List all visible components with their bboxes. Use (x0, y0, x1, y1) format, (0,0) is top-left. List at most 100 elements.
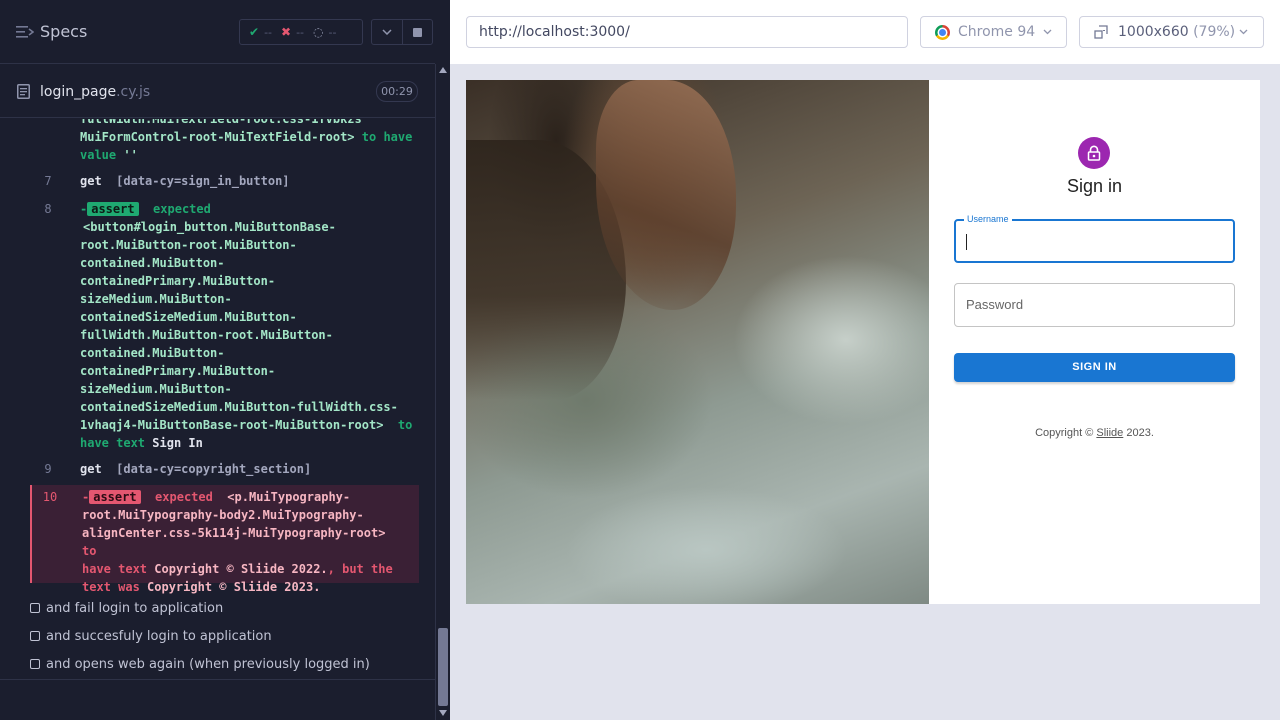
passed-stat: ✔ -- (249, 25, 272, 39)
command-line: fullWidth.MuiTextField-root.css-1fvbkzs (80, 119, 362, 126)
document-icon (17, 84, 30, 99)
actual-value: Copyright © Sliide 2023. (147, 580, 321, 594)
assert-verb: to have (361, 130, 413, 144)
assert-verb: , but the (327, 562, 393, 576)
command-line: root.MuiTypography-body2.MuiTypography- (82, 508, 364, 522)
chevron-down-icon (1239, 29, 1248, 35)
assert-verb: to (397, 418, 413, 432)
spec-file-ext: .cy.js (116, 84, 151, 100)
failed-command-row[interactable]: 10 - assert expected <p.MuiTypography- ro… (30, 485, 419, 594)
specs-title[interactable]: Specs (40, 22, 87, 41)
scroll-down-arrow-icon[interactable] (439, 710, 447, 716)
spec-file-name[interactable]: login_page.cy.js (40, 84, 150, 100)
command-message: get [data-cy=sign_in_button] (80, 172, 413, 190)
command-number: 7 (44, 174, 52, 188)
command-row[interactable]: 7 get [data-cy=sign_in_button] (30, 172, 419, 190)
command-line: contained.MuiButton- (80, 346, 225, 360)
password-field[interactable]: Password (954, 283, 1235, 327)
viewport-selector[interactable]: 1000x660 (79%) (1079, 16, 1264, 48)
reporter-panel: Specs ✔ -- ✖ -- ◌ -- login_page.cy.js 00… (0, 0, 450, 720)
assert-value: Sign In (152, 436, 203, 450)
lock-icon (1087, 145, 1101, 161)
assert-value: '' (123, 148, 138, 162)
command-row[interactable]: fullWidth.MuiTextField-root.css-1fvbkzs … (30, 119, 419, 164)
copyright-section: Copyright © Sliide 2023. (929, 427, 1260, 439)
app-iframe: Sign in Username Password SIGN IN Copyri… (466, 80, 1260, 604)
copyright-suffix: 2023. (1123, 427, 1154, 439)
test-title: and succesfuly login to application (46, 628, 272, 644)
sliide-link[interactable]: Sliide (1096, 427, 1123, 439)
expand-collapse-button[interactable] (371, 19, 403, 45)
command-line: root.MuiButton-root.MuiButton- (80, 238, 297, 252)
text-caret (966, 234, 967, 250)
login-form: Sign in Username Password SIGN IN Copyri… (929, 80, 1260, 604)
zoom-level: (79%) (1193, 24, 1236, 40)
stop-button[interactable] (402, 19, 433, 45)
command-line: fullWidth.MuiButton-root.MuiButton- (80, 328, 333, 342)
test-title: and opens web again (when previously log… (46, 656, 370, 672)
chevron-down-icon (382, 29, 392, 35)
command-line: alignCenter.css-5k114j-MuiTypography-roo… (82, 524, 413, 560)
command-line: contained.MuiButton- (80, 256, 225, 270)
viewport-size: 1000x660 (1118, 24, 1189, 40)
username-field[interactable]: Username (954, 214, 1235, 263)
username-label: Username (964, 214, 1012, 224)
browser-name: Chrome 94 (958, 24, 1036, 40)
check-icon: ✔ (249, 25, 260, 39)
assert-verb: have text (80, 436, 146, 450)
command-message: - assert expected <button#login_button.Mu… (80, 200, 413, 452)
test-item[interactable]: and succesfuly login to application (30, 626, 272, 646)
pending-stat: ◌ -- (313, 25, 336, 39)
reporter-scrollbar[interactable] (435, 64, 450, 720)
test-status-icon (30, 659, 40, 669)
command-line: - assert expected <p.MuiTypography- (82, 490, 351, 504)
stop-icon (413, 27, 422, 37)
expected-label: expected (155, 490, 213, 504)
command-line: value '' (80, 146, 413, 164)
command-line: MuiFormControl-root-MuiTextField-root> t… (80, 128, 413, 146)
command-selector: [data-cy=copyright_section] (116, 462, 312, 476)
browser-selector[interactable]: Chrome 94 (920, 16, 1067, 48)
selector-text: <p.MuiTypography- (227, 490, 351, 504)
assert-badge: assert (89, 490, 141, 504)
command-row[interactable]: 9 get [data-cy=copyright_section] (30, 460, 419, 478)
command-line: have text Copyright © Sliide 2022., but … (82, 560, 413, 578)
command-line: containedSizeMedium.MuiButton-fullWidth.… (80, 400, 398, 414)
passed-count: -- (264, 25, 273, 39)
selector-text: 1vhaqj4-MuiButtonBase-root-MuiButton-roo… (80, 418, 384, 432)
command-name: get (80, 462, 102, 476)
pending-circle-icon: ◌ (313, 25, 324, 39)
lock-avatar (1078, 137, 1110, 169)
chevron-down-icon (1043, 29, 1052, 35)
hero-photo (466, 80, 929, 604)
reporter-header: Specs ✔ -- ✖ -- ◌ -- (0, 0, 435, 64)
command-line: containedSizeMedium.MuiButton- (80, 310, 297, 324)
x-icon: ✖ (281, 25, 292, 39)
assert-badge: assert (87, 202, 139, 216)
chrome-icon (935, 24, 950, 40)
command-message: - assert expected <p.MuiTypography- root.… (82, 488, 413, 596)
scrollbar-thumb[interactable] (438, 628, 448, 706)
command-row[interactable]: 8 - assert expected <button#login_button.… (30, 200, 419, 452)
viewport-icon (1094, 25, 1108, 39)
command-line: sizeMedium.MuiButton- (80, 292, 232, 306)
test-item[interactable]: and opens web again (when previously log… (30, 654, 370, 674)
assert-verb: have text (82, 562, 148, 576)
aut-panel: http://localhost:3000/ Chrome 94 1000x66… (450, 0, 1280, 720)
assert-verb: to (82, 544, 97, 558)
assert-verb: value (80, 148, 117, 162)
command-number: 9 (44, 462, 52, 476)
password-placeholder: Password (966, 297, 1024, 312)
reporter-divider (0, 679, 435, 680)
command-number: 8 (44, 202, 52, 216)
specs-list-icon[interactable] (16, 24, 34, 40)
url-bar[interactable]: http://localhost:3000/ (466, 16, 908, 48)
command-line: text was Copyright © Sliide 2023. (82, 578, 413, 596)
selector-text: alignCenter.css-5k114j-MuiTypography-roo… (82, 526, 386, 540)
test-item[interactable]: and fail login to application (30, 598, 223, 618)
scroll-up-arrow-icon[interactable] (439, 67, 447, 73)
expected-label: expected (153, 202, 211, 216)
command-message: get [data-cy=copyright_section] (80, 460, 413, 478)
sign-in-button[interactable]: SIGN IN (954, 353, 1235, 382)
signin-heading: Sign in (1066, 176, 1123, 196)
